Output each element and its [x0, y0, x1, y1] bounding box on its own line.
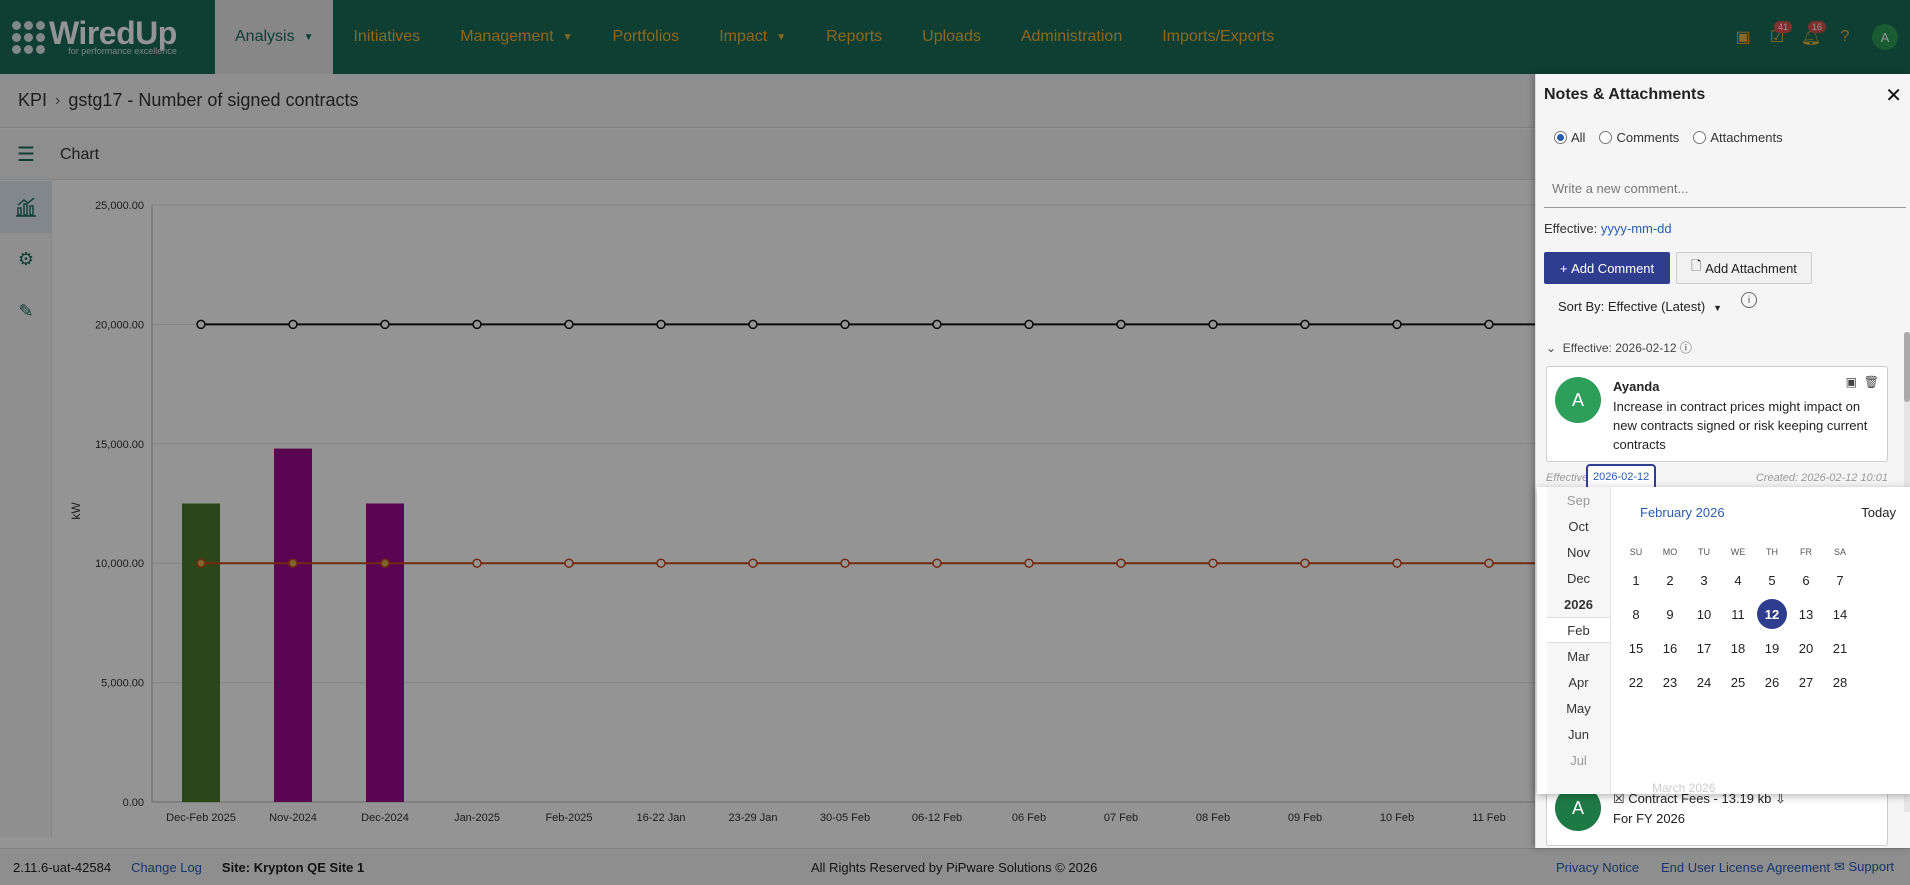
note-text: Increase in contract prices might impact…: [1613, 399, 1868, 452]
weekday-label: TU: [1698, 547, 1710, 557]
month-item[interactable]: Jun: [1547, 721, 1610, 747]
calendar-day[interactable]: 5: [1757, 565, 1787, 595]
year-label[interactable]: 2026: [1547, 591, 1610, 617]
sort-dropdown[interactable]: Sort By: Effective (Latest) ▼: [1558, 299, 1722, 314]
month-item[interactable]: Dec: [1547, 565, 1610, 591]
today-button[interactable]: Today: [1861, 505, 1896, 520]
month-item[interactable]: Jul: [1547, 747, 1610, 773]
month-item[interactable]: Sep: [1547, 487, 1610, 513]
file-icon: 🗋: [1691, 258, 1706, 273]
calendar-day[interactable]: 13: [1791, 599, 1821, 629]
calendar-day[interactable]: 18: [1723, 633, 1753, 663]
scrollbar-thumb[interactable]: [1904, 332, 1910, 402]
calendar-day[interactable]: 11: [1723, 599, 1753, 629]
calendar-day[interactable]: 22: [1621, 667, 1651, 697]
calendar-day[interactable]: 4: [1723, 565, 1753, 595]
filter-comments-label: Comments: [1616, 130, 1680, 145]
date-picker: Sep Oct Nov Dec 2026 Feb Mar Apr May Jun Jul Febru…: [1537, 487, 1910, 795]
month-item[interactable]: Mar: [1547, 643, 1610, 669]
calendar-day[interactable]: 6: [1791, 565, 1821, 595]
month-scroller[interactable]: Sep Oct Nov Dec 2026 Feb Mar Apr May Jun Jul: [1547, 487, 1611, 794]
month-item[interactable]: Apr: [1547, 669, 1610, 695]
calendar-day[interactable]: 25: [1723, 667, 1753, 697]
add-attachment-button[interactable]: 🗋 Add Attachment: [1676, 252, 1812, 284]
month-item[interactable]: Feb: [1547, 617, 1610, 643]
delete-icon[interactable]: 🗑︎: [1864, 375, 1879, 389]
group-header-label: Effective: 2026-02-12: [1562, 341, 1677, 355]
calendar-day[interactable]: 2: [1655, 565, 1685, 595]
calendar-day[interactable]: 27: [1791, 667, 1821, 697]
calendar-day[interactable]: 17: [1689, 633, 1719, 663]
radio-selected-icon: [1554, 131, 1567, 144]
panel-title: Notes & Attachments: [1544, 86, 1706, 103]
add-attachment-label: Add Attachment: [1705, 260, 1797, 276]
effective-date-picker[interactable]: yyyy-mm-dd: [1601, 221, 1672, 236]
calendar-day[interactable]: 16: [1655, 633, 1685, 663]
calendar-day[interactable]: 24: [1689, 667, 1719, 697]
note-created: Created: 2026-02-12 10:01: [1755, 472, 1888, 484]
caret-down-icon: ▼: [1713, 303, 1723, 313]
calendar-day[interactable]: 21: [1825, 633, 1855, 663]
effective-label: Effective:: [1544, 221, 1598, 236]
info-icon[interactable]: i: [1741, 292, 1757, 308]
filter-attachments-label: Attachments: [1710, 130, 1783, 145]
calendar-day[interactable]: 14: [1825, 599, 1855, 629]
sort-label: Sort By: Effective (Latest): [1558, 299, 1706, 314]
calendar-day[interactable]: 23: [1655, 667, 1685, 697]
calendar-day[interactable]: 19: [1757, 633, 1787, 663]
note-author: Ayanda: [1613, 379, 1660, 394]
calendar-day[interactable]: 20: [1791, 633, 1821, 663]
attachment-text: For FY 2026: [1613, 811, 1686, 826]
month-item[interactable]: Nov: [1547, 539, 1610, 565]
radio-icon: [1693, 131, 1707, 144]
calendar-day[interactable]: 9: [1655, 599, 1685, 629]
close-icon[interactable]: ✕: [1885, 83, 1902, 108]
info-icon[interactable]: ⓘ: [1677, 341, 1692, 355]
month-item[interactable]: Oct: [1547, 513, 1610, 539]
radio-icon: [1599, 131, 1613, 144]
next-month-ghost: March 2026: [1652, 781, 1716, 795]
add-comment-label: Add Comment: [1571, 260, 1655, 276]
calendar-day[interactable]: 10: [1689, 599, 1719, 629]
calendar-day[interactable]: 8: [1621, 599, 1651, 629]
chevron-down-icon: ⌄: [1546, 341, 1563, 355]
add-comment-button[interactable]: + Add Comment: [1544, 252, 1670, 284]
filter-radios: All Comments Attachments: [1554, 130, 1783, 145]
weekday-label: SU: [1629, 547, 1643, 557]
weekday-label: FR: [1800, 547, 1812, 557]
note-meta: Effective: 2026-02-12 Created: 2026-02-1…: [1546, 464, 1888, 490]
weekday-label: MO: [1662, 547, 1678, 557]
calendar-day[interactable]: 28: [1825, 667, 1855, 697]
note-effective-label: Effective:: [1546, 472, 1592, 484]
calendar-edit-icon[interactable]: ▣: [1846, 375, 1857, 389]
comment-input[interactable]: Write a new comment...: [1544, 171, 1906, 208]
effective-date-row: Effective: yyyy-mm-dd: [1544, 221, 1672, 236]
calendar-day[interactable]: 3: [1689, 565, 1719, 595]
calendar-title[interactable]: February 2026: [1640, 505, 1725, 520]
selected-day[interactable]: 12: [1757, 599, 1787, 629]
filter-comments[interactable]: Comments: [1599, 130, 1679, 145]
plus-icon: +: [1559, 260, 1572, 276]
note-card: A Ayanda Increase in contract prices mig…: [1546, 366, 1888, 462]
month-item[interactable]: May: [1547, 695, 1610, 721]
weekday-label: SA: [1833, 547, 1846, 557]
weekday-label: TH: [1766, 547, 1778, 557]
calendar-day[interactable]: 15: [1621, 633, 1651, 663]
calendar-day[interactable]: 1: [1621, 565, 1651, 595]
weekday-label: WE: [1730, 547, 1746, 557]
filter-all-label: All: [1571, 130, 1586, 145]
calendar-day[interactable]: 7: [1825, 565, 1855, 595]
group-header[interactable]: ⌄ Effective: 2026-02-12 ⓘ: [1546, 339, 1692, 356]
calendar-day[interactable]: 26: [1757, 667, 1787, 697]
filter-all[interactable]: All: [1554, 130, 1585, 145]
avatar: A: [1555, 377, 1601, 423]
filter-attachments[interactable]: Attachments: [1693, 130, 1783, 145]
